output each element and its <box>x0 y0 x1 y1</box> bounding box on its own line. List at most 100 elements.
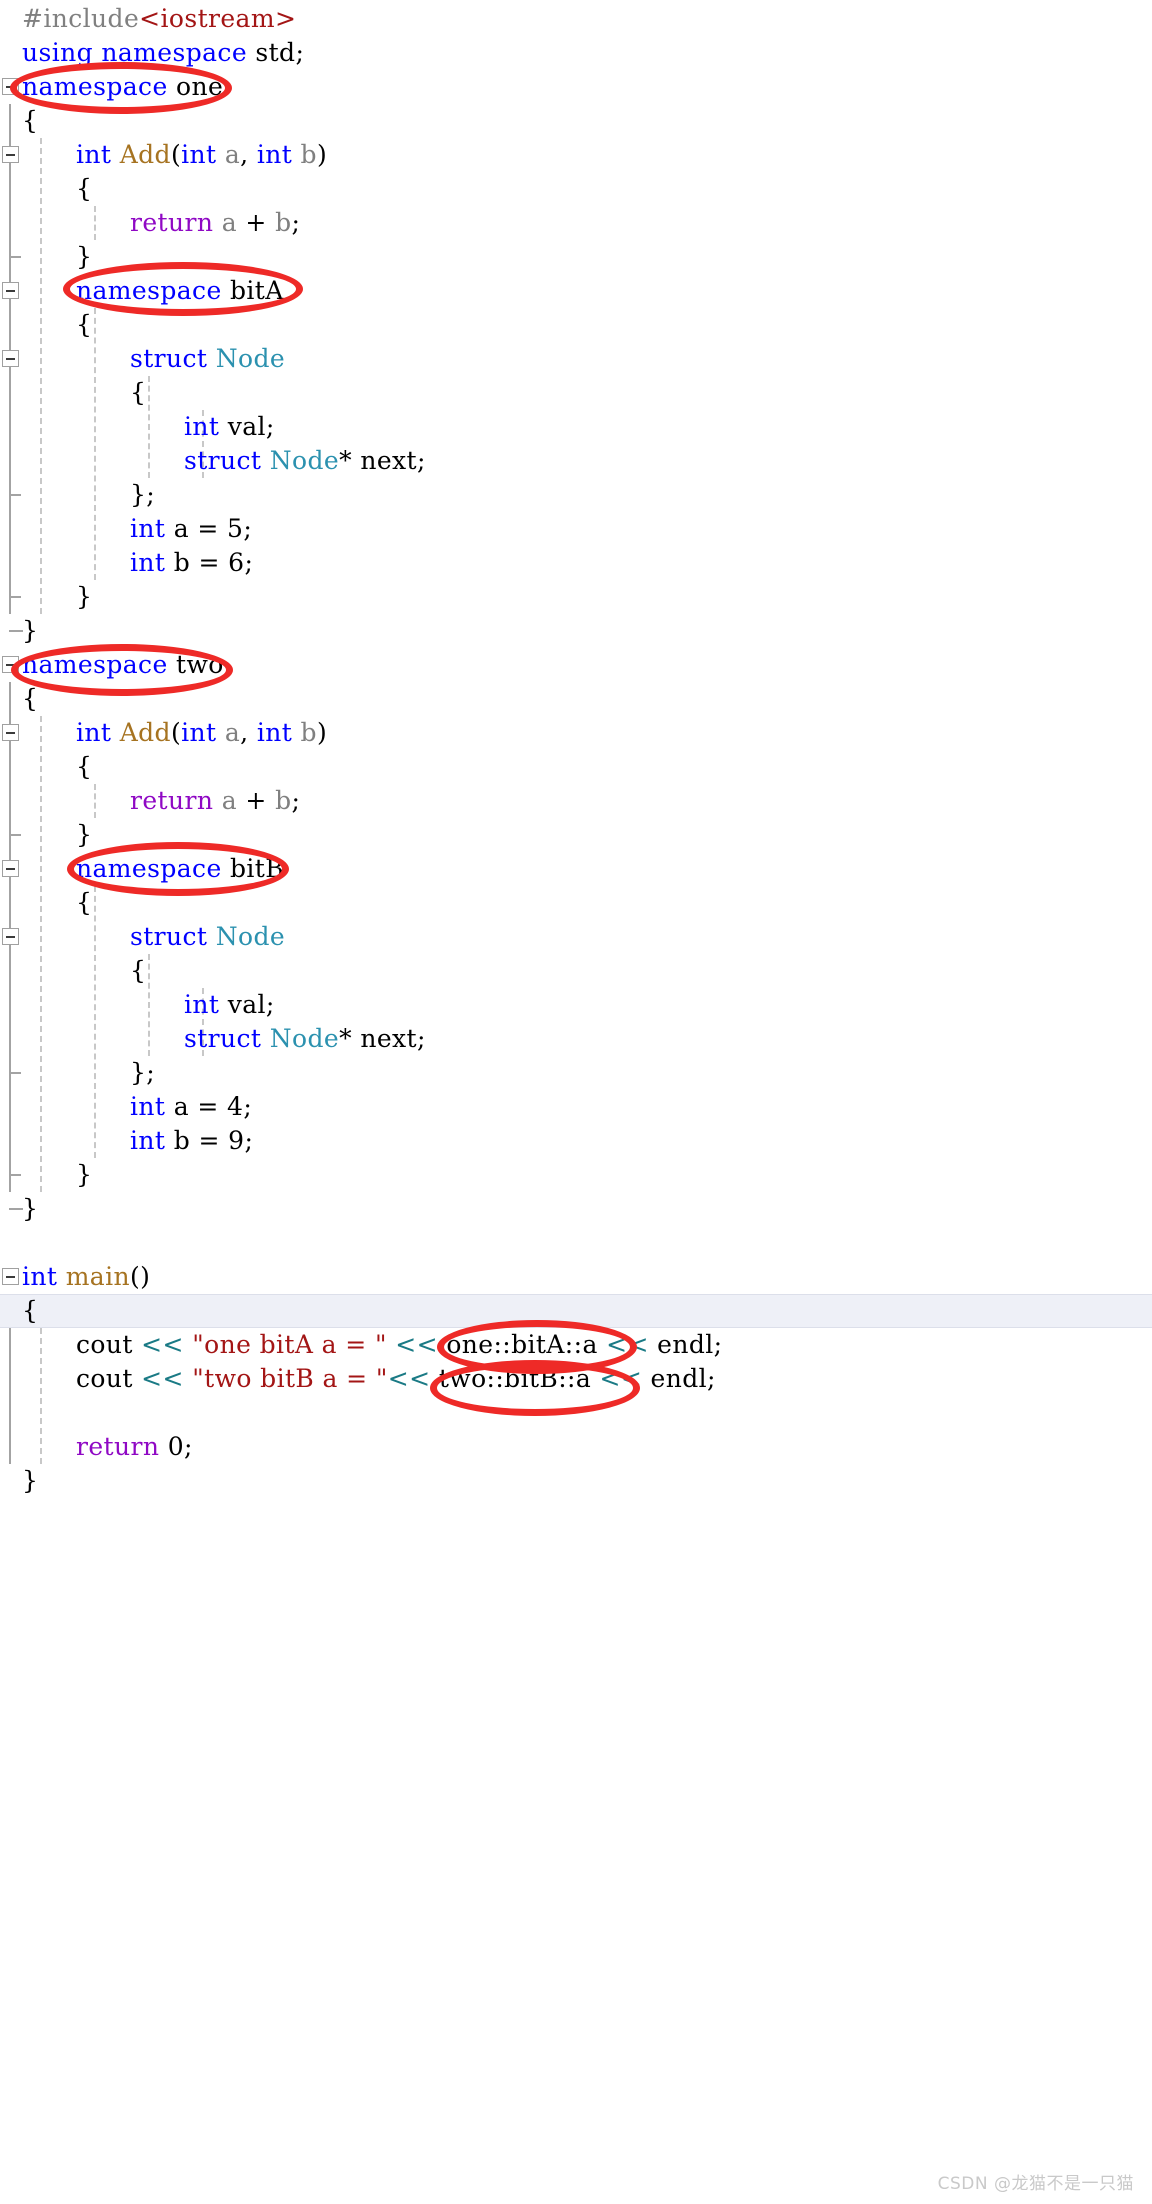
code-token: Node <box>215 922 286 951</box>
code-line-text: cout << "one bitA a = " << one::bitA::a … <box>76 1328 722 1362</box>
code-token: ( <box>170 718 182 747</box>
code-line-text: return a + b; <box>130 206 300 240</box>
code-line[interactable]: struct Node* next; <box>0 1022 1152 1056</box>
code-line[interactable]: } <box>0 818 1152 852</box>
code-line[interactable]: int val; <box>0 410 1152 444</box>
code-token: Node <box>269 446 340 475</box>
code-line[interactable]: { <box>0 376 1152 410</box>
code-line-text: }; <box>130 478 155 512</box>
code-line[interactable]: return a + b; <box>0 784 1152 818</box>
code-line-text: }; <box>130 1056 155 1090</box>
code-line-text: cout << "two bitB a = "<< two::bitB::a <… <box>76 1362 716 1396</box>
code-line-text: namespace one <box>22 70 223 104</box>
code-token: int <box>181 140 217 169</box>
code-token: one::bitA::a <box>437 1330 607 1359</box>
code-line[interactable]: { <box>0 104 1152 138</box>
code-line[interactable]: }; <box>0 1056 1152 1090</box>
code-line-text: int val; <box>184 410 275 444</box>
code-token: "two bitB a = " <box>192 1364 388 1393</box>
code-line[interactable]: cout << "two bitB a = "<< two::bitB::a <… <box>0 1362 1152 1396</box>
code-token: endl; <box>642 1364 716 1393</box>
code-line-text: namespace bitB <box>76 852 284 886</box>
code-token: ) <box>316 718 328 747</box>
code-line[interactable]: cout << "one bitA a = " << one::bitA::a … <box>0 1328 1152 1362</box>
code-line[interactable]: { <box>0 1294 1152 1328</box>
code-line-text: struct Node* next; <box>184 1022 426 1056</box>
code-line[interactable]: } <box>0 580 1152 614</box>
code-token: b <box>300 718 317 747</box>
code-line[interactable]: } <box>0 1464 1152 1498</box>
code-line[interactable]: return 0; <box>0 1430 1152 1464</box>
code-token: ; <box>291 208 301 237</box>
code-line[interactable]: struct Node <box>0 342 1152 376</box>
code-line[interactable]: #include<iostream> <box>0 2 1152 36</box>
code-token: val; <box>219 990 275 1019</box>
code-token: { <box>22 106 39 135</box>
code-token: << <box>387 1364 431 1393</box>
code-token: int <box>130 1126 166 1155</box>
code-line[interactable]: { <box>0 172 1152 206</box>
code-token: struct <box>184 1024 262 1053</box>
code-token: Node <box>269 1024 340 1053</box>
code-line[interactable]: { <box>0 954 1152 988</box>
code-token: int <box>256 718 293 747</box>
code-line[interactable]: int val; <box>0 988 1152 1022</box>
code-editor[interactable]: #include<iostream> using namespace std; na… <box>0 0 1152 2204</box>
code-line[interactable]: { <box>0 886 1152 920</box>
code-token: <iostream> <box>139 4 297 33</box>
code-line[interactable]: { <box>0 750 1152 784</box>
code-line[interactable] <box>0 1396 1152 1430</box>
code-line[interactable]: } <box>0 1158 1152 1192</box>
code-token: * next; <box>339 1024 426 1053</box>
code-token: main <box>65 1262 131 1291</box>
code-token: * next; <box>339 446 426 475</box>
code-line[interactable]: int a = 4; <box>0 1090 1152 1124</box>
code-token: + <box>237 786 276 815</box>
code-line[interactable]: struct Node <box>0 920 1152 954</box>
code-token: namespace <box>76 276 222 305</box>
code-line[interactable]: using namespace std; <box>0 36 1152 70</box>
code-line[interactable]: int Add(int a, int b) <box>0 716 1152 750</box>
code-line-text: int a = 4; <box>130 1090 252 1124</box>
code-line[interactable]: int b = 9; <box>0 1124 1152 1158</box>
code-token: { <box>22 1296 39 1325</box>
code-token: namespace <box>76 854 222 883</box>
code-token: + <box>237 208 276 237</box>
code-line[interactable]: { <box>0 308 1152 342</box>
code-line-text: namespace two <box>22 648 224 682</box>
code-line[interactable]: int a = 5; <box>0 512 1152 546</box>
code-line[interactable]: namespace bitB <box>0 852 1152 886</box>
code-token: a <box>221 208 238 237</box>
code-token: a = 4; <box>165 1092 253 1121</box>
code-token: int <box>76 140 112 169</box>
code-line[interactable]: }; <box>0 478 1152 512</box>
code-token: 0; <box>159 1432 193 1461</box>
code-line[interactable]: struct Node* next; <box>0 444 1152 478</box>
code-line[interactable]: namespace one <box>0 70 1152 104</box>
code-line-text: struct Node* next; <box>184 444 426 478</box>
code-line[interactable]: int Add(int a, int b) <box>0 138 1152 172</box>
code-line[interactable]: { <box>0 682 1152 716</box>
code-line[interactable]: int b = 6; <box>0 546 1152 580</box>
code-token: } <box>76 1160 93 1189</box>
code-line[interactable]: } <box>0 240 1152 274</box>
code-line[interactable]: namespace bitA <box>0 274 1152 308</box>
code-line-text: } <box>22 1464 38 1498</box>
code-line[interactable] <box>0 1226 1152 1260</box>
code-token: int <box>184 412 220 441</box>
code-token: one <box>167 72 224 101</box>
code-line[interactable]: namespace two <box>0 648 1152 682</box>
code-line[interactable]: int main() <box>0 1260 1152 1294</box>
code-line-text: int Add(int a, int b) <box>76 138 327 172</box>
code-line[interactable]: } <box>0 1192 1152 1226</box>
code-line[interactable]: } <box>0 614 1152 648</box>
code-line[interactable]: return a + b; <box>0 206 1152 240</box>
code-token: } <box>22 1466 39 1495</box>
code-token: () <box>130 1262 151 1291</box>
code-token: << <box>141 1330 184 1359</box>
